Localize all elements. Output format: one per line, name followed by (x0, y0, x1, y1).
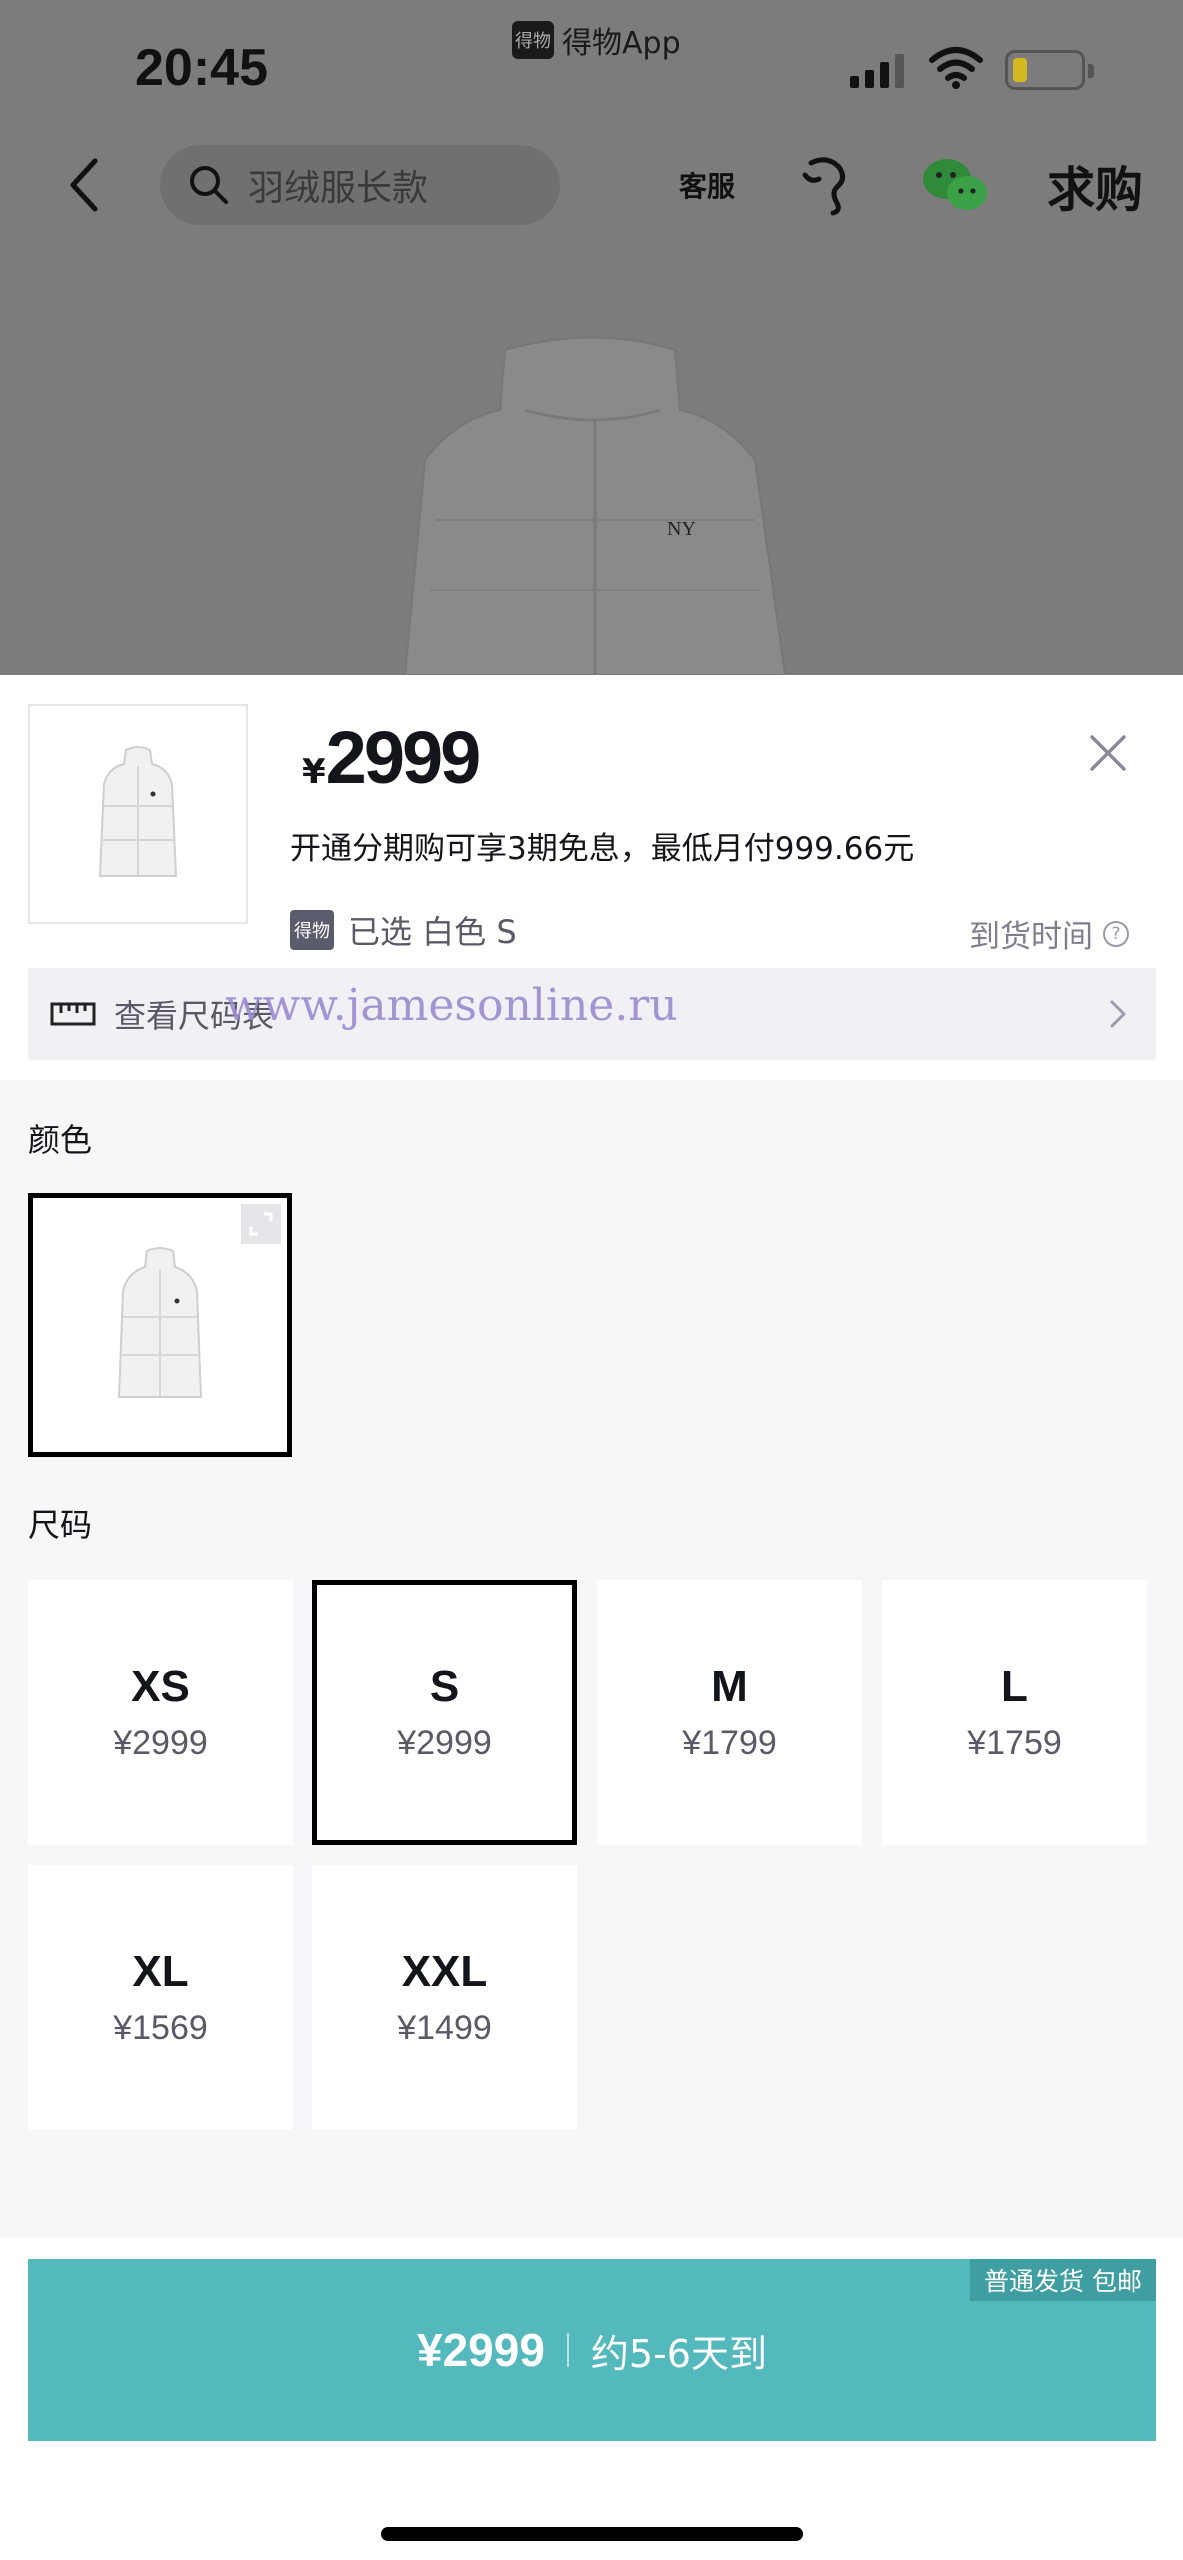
selected-variant-text: 已选 白色 S (348, 913, 517, 951)
size-price: ¥2999 (113, 1724, 208, 1762)
size-option-l[interactable]: L ¥1759 (882, 1580, 1147, 1845)
size-name: XS (131, 1662, 190, 1711)
search-input[interactable]: 羽绒服长款 (160, 145, 560, 225)
color-option-white[interactable] (28, 1193, 292, 1457)
size-price: ¥1759 (967, 1724, 1062, 1762)
wechat-share-button[interactable] (915, 150, 995, 220)
watermark-text: www.jamesonline.ru (225, 980, 678, 1031)
ruler-icon (50, 1002, 96, 1026)
dimmed-background[interactable]: 20:45 得物 得物App 羽绒服长款 客服 求购 NY (0, 0, 1183, 675)
size-name: M (711, 1662, 748, 1711)
size-price: ¥1569 (113, 2009, 208, 2047)
product-thumbnail[interactable] (28, 704, 248, 924)
wechat-icon (923, 159, 987, 210)
expand-icon[interactable] (241, 1204, 281, 1244)
installment-info: 开通分期购可享3期免息，最低月付999.66元 (290, 831, 915, 867)
svg-text:NY: NY (667, 518, 696, 540)
price-display: ¥ 2999 (302, 715, 482, 800)
close-icon (1090, 735, 1126, 771)
size-price: ¥1799 (682, 1724, 777, 1762)
size-option-xxl[interactable]: XXL ¥1499 (312, 1865, 577, 2130)
sheet-header: ¥ 2999 开通分期购可享3期免息，最低月付999.66元 得物 已选 白色 … (0, 675, 1183, 1080)
home-indicator[interactable] (381, 2527, 803, 2541)
price-amount: 2999 (325, 716, 482, 799)
size-section-label: 尺码 (28, 1506, 93, 1544)
chevron-right-icon (1110, 1000, 1126, 1028)
search-icon (190, 166, 228, 204)
app-indicator: 得物 得物App (512, 18, 681, 62)
battery-icon (1005, 50, 1094, 90)
size-name: L (1001, 1662, 1028, 1711)
size-name: S (429, 1662, 460, 1711)
selected-variant: 得物 已选 白色 S (290, 907, 517, 953)
size-name: XXL (401, 1947, 488, 1996)
size-price: ¥2999 (397, 1724, 492, 1762)
color-section-label: 颜色 (28, 1121, 93, 1159)
size-name: XL (132, 1947, 189, 1996)
status-time: 20:45 (135, 39, 268, 97)
wifi-icon (929, 47, 983, 89)
search-placeholder: 羽绒服长款 (248, 168, 429, 209)
product-thumbnail-image (98, 746, 178, 877)
size-price: ¥1499 (397, 2009, 492, 2047)
size-option-xs[interactable]: XS ¥2999 (28, 1580, 293, 1845)
cellular-signal-icon (850, 52, 904, 88)
size-option-s[interactable]: S ¥2999 (312, 1580, 577, 1845)
buy-price: ¥2999 (417, 2324, 545, 2376)
currency-symbol: ¥ (302, 752, 326, 792)
dewu-tag-icon: 得物 (290, 910, 334, 950)
app-logo-icon: 得物 (512, 21, 554, 59)
delivery-eta: 约5-6天到 (590, 2331, 767, 2376)
footprint-button[interactable] (790, 150, 860, 220)
status-bar: 20:45 得物 得物App (0, 0, 1183, 130)
size-option-xl[interactable]: XL ¥1569 (28, 1865, 293, 2130)
request-purchase-button[interactable]: 求购 (1040, 150, 1150, 220)
product-image: NY (403, 336, 787, 675)
size-option-m[interactable]: M ¥1799 (597, 1580, 862, 1845)
arrival-time-link[interactable]: 到货时间 ? (969, 911, 1129, 956)
color-option-image (117, 1247, 203, 1398)
customer-service-icon: 客服 (678, 170, 735, 203)
app-name: 得物App (562, 26, 681, 61)
back-button[interactable] (50, 150, 120, 220)
divider (566, 2333, 569, 2367)
customer-service-button[interactable]: 客服 (672, 150, 742, 220)
nav-bar: 羽绒服长款 客服 求购 (0, 140, 1183, 230)
footprint-icon (802, 157, 845, 216)
buy-button[interactable]: ¥2999 约5-6天到 普通发货 包邮 (28, 2259, 1156, 2441)
help-icon: ? (1103, 920, 1129, 947)
footer: ¥2999 约5-6天到 普通发货 包邮 (0, 2237, 1183, 2560)
shipping-badge: 普通发货 包邮 (970, 2259, 1156, 2301)
sku-selection-sheet: ¥ 2999 开通分期购可享3期免息，最低月付999.66元 得物 已选 白色 … (0, 675, 1183, 2560)
chevron-left-icon (70, 158, 98, 212)
close-button[interactable] (1080, 725, 1136, 781)
arrival-time-label: 到货时间 (969, 919, 1093, 955)
